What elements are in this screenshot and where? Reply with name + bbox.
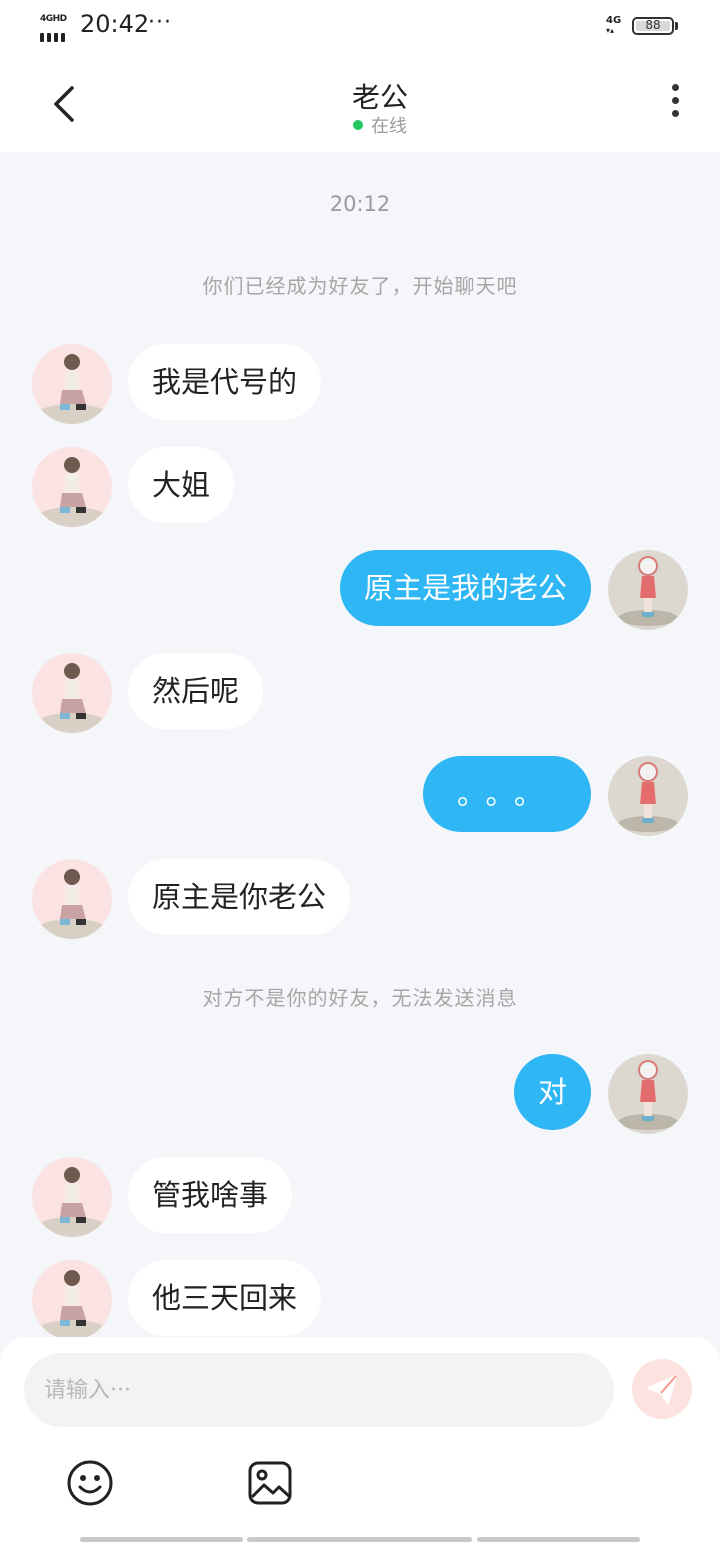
chat-area[interactable]: 20:12 你们已经成为好友了，开始聊天吧 我是代号的 大姐 原主是我的老公 然… <box>0 152 720 1340</box>
status-bar: 4GHD 20:42 ··· 4G ▾▴ 88 <box>0 0 720 54</box>
smiley-icon <box>67 1460 113 1506</box>
mobile-data-label: 4G <box>606 15 622 26</box>
emoji-button[interactable] <box>66 1459 114 1507</box>
system-message: 对方不是你的好友，无法发送消息 <box>202 986 518 1010</box>
network-type-label: 4GHD <box>40 14 67 24</box>
battery-level: 88 <box>645 18 661 32</box>
home-indicator <box>80 1537 640 1542</box>
back-button[interactable] <box>44 82 84 126</box>
message-bubble-incoming[interactable]: 原主是你老公 <box>128 859 351 935</box>
contact-avatar[interactable] <box>32 859 112 939</box>
online-status-label: 在线 <box>371 116 407 137</box>
system-message: 你们已经成为好友了，开始聊天吧 <box>202 274 518 298</box>
message-composer <box>0 1337 720 1544</box>
status-more-indicator: ··· <box>148 10 172 35</box>
message-input[interactable] <box>24 1353 614 1427</box>
network-signal-icon: 4GHD <box>40 14 72 42</box>
message-bubble-incoming[interactable]: 管我啥事 <box>128 1157 293 1233</box>
contact-avatar[interactable] <box>32 344 112 424</box>
my-avatar[interactable] <box>608 1054 688 1134</box>
message-bubble-outgoing[interactable]: 对 <box>513 1054 591 1130</box>
battery-tip <box>675 22 678 30</box>
contact-avatar[interactable] <box>32 447 112 527</box>
my-avatar[interactable] <box>608 550 688 630</box>
message-bubble-incoming[interactable]: 大姐 <box>128 447 235 523</box>
battery-icon: 88 <box>632 17 674 35</box>
status-time: 20:42 <box>80 10 150 38</box>
mobile-data-icon: 4G ▾▴ <box>606 16 624 40</box>
message-bubble-incoming[interactable]: 我是代号的 <box>128 344 322 420</box>
chevron-left-icon <box>54 86 74 122</box>
message-bubble-outgoing[interactable]: 原主是我的老公 <box>339 550 591 626</box>
my-avatar[interactable] <box>608 756 688 836</box>
paper-plane-icon <box>647 1375 677 1404</box>
message-bubble-incoming[interactable]: 然后呢 <box>128 653 264 729</box>
message-bubble-outgoing[interactable]: 。。。 <box>422 756 591 832</box>
contact-name: 老公 <box>351 81 408 114</box>
chat-header: 老公 在线 <box>0 54 720 152</box>
more-options-button[interactable] <box>660 84 690 124</box>
online-dot-icon <box>353 120 363 130</box>
vertical-dots-icon <box>671 84 679 91</box>
contact-avatar[interactable] <box>32 1260 112 1340</box>
contact-avatar[interactable] <box>32 1157 112 1237</box>
image-icon <box>248 1461 292 1505</box>
image-button[interactable] <box>246 1459 294 1507</box>
chat-timestamp: 20:12 <box>329 192 391 216</box>
online-status: 在线 <box>260 112 500 138</box>
send-button[interactable] <box>632 1359 692 1419</box>
contact-avatar[interactable] <box>32 653 112 733</box>
message-bubble-incoming[interactable]: 他三天回来 <box>128 1260 322 1336</box>
